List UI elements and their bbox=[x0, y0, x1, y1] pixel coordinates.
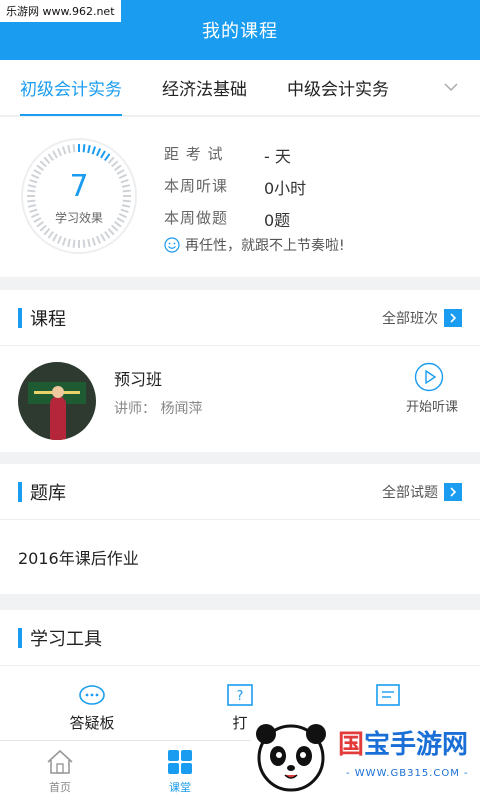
question-bank-header: 题库 全部试题 bbox=[0, 464, 480, 520]
nav-classroom[interactable]: 课堂 bbox=[135, 749, 225, 795]
chevron-down-icon[interactable] bbox=[444, 80, 458, 94]
chevron-right-icon bbox=[444, 308, 462, 327]
stat-row-questions-done: 本周做题 0题 bbox=[164, 207, 290, 231]
panda-logo-icon bbox=[256, 724, 326, 792]
chevron-right-icon bbox=[444, 482, 462, 501]
gauge-value: 7 bbox=[69, 169, 89, 204]
stat-value: 0小时 bbox=[264, 179, 307, 198]
section-bar bbox=[18, 307, 22, 328]
tab-economic-law[interactable]: 经济法基础 bbox=[142, 60, 267, 116]
watermark-brand: 国宝手游网 bbox=[338, 724, 468, 761]
stat-key: 本周听课 bbox=[164, 177, 229, 195]
section-title: 学习工具 bbox=[30, 628, 102, 650]
gauge-label: 学习效果 bbox=[54, 211, 103, 225]
tip-text: 再任性，就跟不上节奏啦! bbox=[185, 238, 345, 254]
brand-part2: 宝手游网 bbox=[364, 730, 469, 760]
courses-header: 课程 全部班次 bbox=[0, 290, 480, 346]
tools-header: 学习工具 bbox=[0, 610, 480, 666]
all-questions-link[interactable]: 全部试题 bbox=[382, 482, 462, 502]
study-stats-panel: 7 学习效果 距 考 试 - 天 本周听课 0小时 本周做题 0题 再任性，就跟… bbox=[0, 117, 480, 277]
stat-value: - 天 bbox=[264, 147, 291, 166]
tool-label: 答疑板 bbox=[69, 714, 115, 732]
nav-label: 课堂 bbox=[169, 781, 191, 794]
section-title: 课程 bbox=[30, 308, 66, 330]
tool-notes[interactable] bbox=[328, 684, 448, 708]
all-questions-label: 全部试题 bbox=[382, 484, 438, 501]
encouragement-tip: 再任性，就跟不上节奏啦! bbox=[164, 235, 345, 255]
tab-intermediate-accounting[interactable]: 中级会计实务 bbox=[267, 60, 409, 116]
page-title: 我的课程 bbox=[202, 21, 278, 42]
section-bar bbox=[18, 481, 22, 502]
nav-home[interactable]: 首页 bbox=[15, 749, 105, 795]
svg-text:?: ? bbox=[237, 689, 244, 704]
course-teacher: 讲师： 杨闻萍 bbox=[114, 401, 203, 417]
all-classes-label: 全部班次 bbox=[382, 310, 438, 327]
stat-key: 距 考 试 bbox=[164, 145, 224, 163]
home-icon bbox=[47, 749, 73, 774]
course-name: 预习班 bbox=[114, 370, 163, 389]
notes-icon bbox=[376, 684, 400, 706]
stat-row-exam-days: 距 考 试 - 天 bbox=[164, 143, 291, 167]
course-item[interactable]: 预习班 讲师： 杨闻萍 开始听课 bbox=[0, 346, 480, 456]
question-icon: ? bbox=[227, 684, 253, 706]
smile-icon bbox=[164, 237, 180, 253]
subject-tabs: 初级会计实务 经济法基础 中级会计实务 bbox=[0, 60, 480, 116]
tool-qa-board[interactable]: 答疑板 bbox=[32, 684, 152, 733]
all-classes-link[interactable]: 全部班次 bbox=[382, 308, 462, 328]
watermark-text: 乐游网 www.962.net bbox=[0, 0, 121, 22]
question-bank-card: 题库 全部试题 2016年课后作业 bbox=[0, 464, 480, 594]
course-thumbnail bbox=[18, 362, 96, 440]
tab-junior-accounting[interactable]: 初级会计实务 bbox=[0, 60, 142, 116]
stat-row-listen-hours: 本周听课 0小时 bbox=[164, 175, 306, 199]
section-title: 题库 bbox=[30, 482, 66, 504]
stat-value: 0题 bbox=[264, 211, 291, 230]
courses-card: 课程 全部班次 预习班 讲师： 杨闻萍 开始听课 bbox=[0, 290, 480, 452]
brand-part1: 国 bbox=[338, 730, 365, 760]
stat-key: 本周做题 bbox=[164, 209, 229, 227]
grid-icon bbox=[168, 750, 192, 774]
play-icon[interactable] bbox=[414, 362, 444, 392]
nav-label: 首页 bbox=[49, 781, 71, 794]
chat-bubble-icon bbox=[79, 685, 105, 705]
watermark-url: - WWW.GB315.COM - bbox=[346, 768, 469, 779]
section-bar bbox=[18, 627, 22, 648]
question-bank-item[interactable]: 2016年课后作业 bbox=[0, 520, 480, 594]
site-watermark: 国宝手游网 - WWW.GB315.COM - bbox=[250, 706, 480, 800]
start-listening-button[interactable]: 开始听课 bbox=[406, 396, 458, 415]
